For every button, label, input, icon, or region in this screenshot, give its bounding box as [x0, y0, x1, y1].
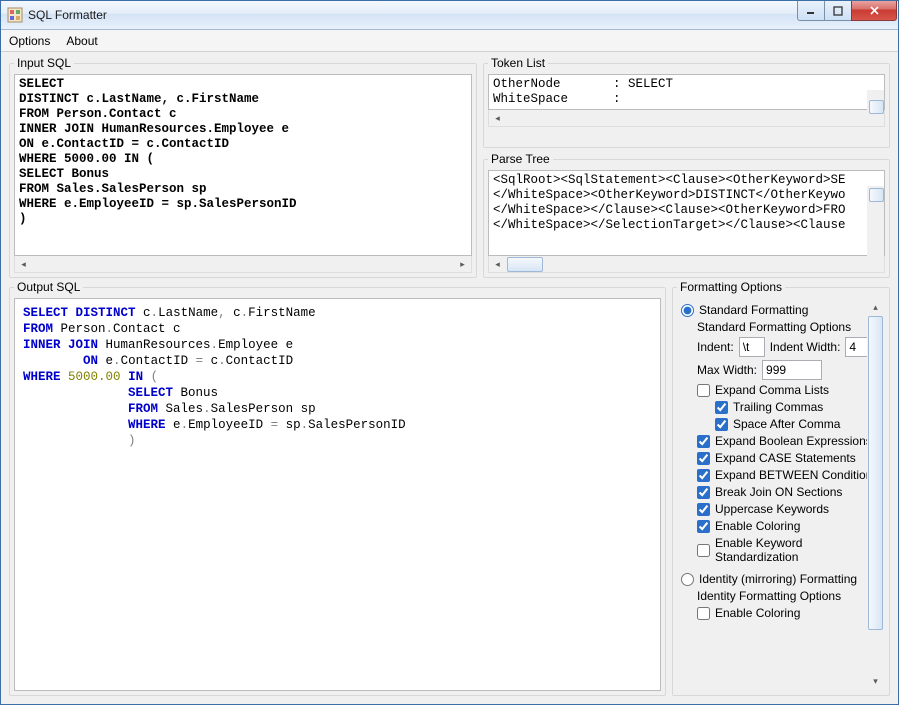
scroll-up-icon[interactable]: ▴: [867, 299, 884, 316]
content-area: Input SQL SELECT DISTINCT c.LastName, c.…: [1, 52, 898, 704]
input-sql-panel: Input SQL SELECT DISTINCT c.LastName, c.…: [9, 56, 477, 278]
identity-formatting-radio[interactable]: [681, 573, 694, 586]
identity-options-heading: Identity Formatting Options: [697, 589, 883, 603]
space-after-comma-checkbox[interactable]: [715, 418, 728, 431]
window-title: SQL Formatter: [28, 8, 798, 22]
break-join-checkbox[interactable]: [697, 486, 710, 499]
menu-options[interactable]: Options: [9, 34, 50, 48]
maximize-button[interactable]: [824, 1, 852, 21]
options-vscrollbar[interactable]: ▴ ▾: [867, 299, 884, 690]
identity-formatting-radio-row: Identity (mirroring) Formatting: [681, 572, 883, 586]
enable-coloring-label: Enable Coloring: [715, 519, 800, 533]
output-sql-panel: Output SQL SELECT DISTINCT c.LastName, c…: [9, 280, 666, 696]
formatting-options-legend: Formatting Options: [677, 280, 785, 294]
expand-between-label: Expand BETWEEN Conditions: [715, 468, 878, 482]
parse-tree-legend: Parse Tree: [488, 152, 553, 166]
trailing-commas-checkbox[interactable]: [715, 401, 728, 414]
window-controls: [798, 1, 897, 21]
expand-comma-checkbox[interactable]: [697, 384, 710, 397]
close-button[interactable]: [851, 1, 897, 21]
indent-width-label: Indent Width:: [770, 340, 841, 354]
scroll-left-icon[interactable]: ◂: [15, 257, 32, 272]
input-sql-textbox[interactable]: SELECT DISTINCT c.LastName, c.FirstName …: [14, 74, 472, 256]
scroll-down-icon[interactable]: ▾: [867, 673, 884, 690]
formatting-options-panel: Formatting Options Standard Formatting S…: [672, 280, 890, 696]
app-window: SQL Formatter Options About Input SQL SE…: [0, 0, 899, 705]
identity-enable-coloring-checkbox[interactable]: [697, 607, 710, 620]
expand-case-label: Expand CASE Statements: [715, 451, 856, 465]
expand-comma-label: Expand Comma Lists: [715, 383, 829, 397]
token-list-panel: Token List OtherNode : SELECT WhiteSpace…: [483, 56, 890, 148]
standard-options-heading: Standard Formatting Options: [697, 320, 883, 334]
expand-boolean-label: Expand Boolean Expressions: [715, 434, 872, 448]
token-hscrollbar[interactable]: ◂ ▸: [488, 110, 885, 127]
uppercase-keywords-label: Uppercase Keywords: [715, 502, 829, 516]
enable-coloring-checkbox[interactable]: [697, 520, 710, 533]
menubar: Options About: [1, 30, 898, 52]
keyword-standardization-checkbox[interactable]: [697, 544, 710, 557]
parse-tree-panel: Parse Tree <SqlRoot><SqlStatement><Claus…: [483, 152, 890, 278]
parse-tree-textbox[interactable]: <SqlRoot><SqlStatement><Clause><OtherKey…: [488, 170, 885, 256]
trailing-commas-label: Trailing Commas: [733, 400, 823, 414]
expand-case-checkbox[interactable]: [697, 452, 710, 465]
max-width-label: Max Width:: [697, 363, 757, 377]
formatting-options-body: Standard Formatting Standard Formatting …: [677, 298, 885, 691]
output-sql-textbox[interactable]: SELECT DISTINCT c.LastName, c.FirstName …: [14, 298, 661, 691]
scroll-left-icon[interactable]: ◂: [489, 111, 506, 126]
standard-formatting-label: Standard Formatting: [699, 303, 808, 317]
scroll-right-icon[interactable]: ▸: [454, 257, 471, 272]
identity-formatting-label: Identity (mirroring) Formatting: [699, 572, 857, 586]
max-width-input[interactable]: [762, 360, 822, 380]
identity-enable-coloring-label: Enable Coloring: [715, 606, 800, 620]
menu-about[interactable]: About: [66, 34, 97, 48]
output-sql-legend: Output SQL: [14, 280, 83, 294]
token-vscrollbar[interactable]: [867, 90, 884, 126]
input-hscrollbar[interactable]: ◂ ▸: [14, 256, 472, 273]
minimize-button[interactable]: [797, 1, 825, 21]
titlebar[interactable]: SQL Formatter: [1, 1, 898, 30]
scroll-left-icon[interactable]: ◂: [489, 257, 506, 272]
parse-vscrollbar[interactable]: [867, 186, 884, 272]
uppercase-keywords-checkbox[interactable]: [697, 503, 710, 516]
standard-formatting-radio-row: Standard Formatting: [681, 303, 883, 317]
token-list-legend: Token List: [488, 56, 548, 70]
expand-between-checkbox[interactable]: [697, 469, 710, 482]
app-icon: [7, 7, 23, 23]
scroll-thumb[interactable]: [868, 316, 883, 630]
indent-input[interactable]: [739, 337, 765, 357]
input-sql-legend: Input SQL: [14, 56, 74, 70]
indent-label: Indent:: [697, 340, 734, 354]
scroll-thumb[interactable]: [507, 257, 543, 272]
space-after-comma-label: Space After Comma: [733, 417, 840, 431]
token-list-textbox[interactable]: OtherNode : SELECT WhiteSpace :: [488, 74, 885, 110]
parse-hscrollbar[interactable]: ◂ ▸: [488, 256, 885, 273]
break-join-label: Break Join ON Sections: [715, 485, 842, 499]
standard-formatting-radio[interactable]: [681, 304, 694, 317]
expand-boolean-checkbox[interactable]: [697, 435, 710, 448]
keyword-standardization-label: Enable Keyword Standardization: [715, 536, 883, 564]
